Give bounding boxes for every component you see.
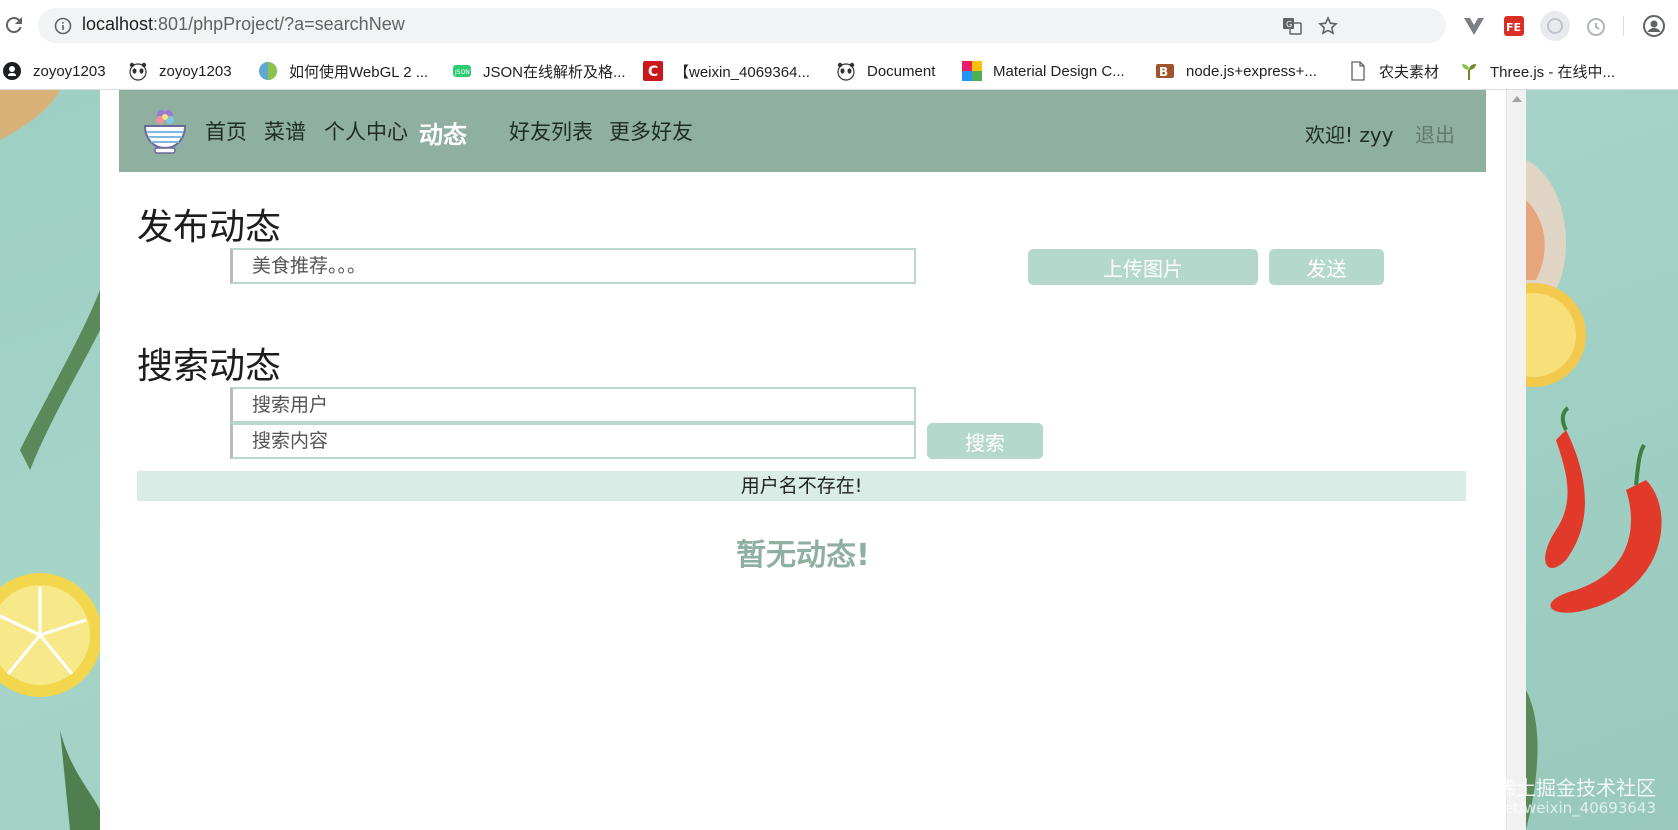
bookmark-label: node.js+express+... xyxy=(1186,62,1317,80)
bookmark-item[interactable]: B node.js+express+... xyxy=(1155,59,1317,83)
upload-image-button[interactable]: 上传图片 xyxy=(1028,249,1258,285)
reload-icon[interactable] xyxy=(2,13,26,37)
nav-more-friends[interactable]: 更多好友 xyxy=(609,116,693,146)
info-icon[interactable] xyxy=(54,17,72,35)
empty-feed-message: 暂无动态! xyxy=(736,538,870,573)
nav-profile[interactable]: 个人中心 xyxy=(324,116,408,146)
nav-feed[interactable]: 动态 xyxy=(419,115,467,150)
svg-text:FE: FE xyxy=(1506,21,1521,34)
bookmark-item[interactable]: 如何使用WebGL 2 ... xyxy=(258,59,428,83)
panda-icon xyxy=(837,62,855,81)
url-text: localhost:801/phpProject/?a=searchNew xyxy=(82,14,405,35)
top-navbar: 首页 菜谱 个人中心 动态 好友列表 更多好友 欢迎! zyy 退出 xyxy=(119,90,1486,172)
bookmark-item[interactable]: 农夫素材 xyxy=(1348,59,1439,83)
bookmarks-bar: zoyoy1203 zoyoy1203 如何使用WebGL 2 ... JSON… xyxy=(0,52,1678,90)
error-message: 用户名不存在! xyxy=(137,471,1466,501)
bookmark-item[interactable]: zoyoy1203 xyxy=(2,59,106,83)
search-button[interactable]: 搜索 xyxy=(927,423,1043,459)
bookmark-item[interactable]: Material Design C... xyxy=(962,59,1125,83)
webgl-icon xyxy=(259,62,277,80)
nav-friends-list[interactable]: 好友列表 xyxy=(509,116,593,146)
logout-link[interactable]: 退出 xyxy=(1415,119,1455,148)
search-user-input[interactable] xyxy=(230,387,916,423)
bookmark-label: Three.js - 在线中... xyxy=(1490,63,1616,81)
bookmark-label: zoyoy1203 xyxy=(159,62,232,80)
bookmark-label: Document xyxy=(867,62,936,80)
watermark: @稀土掘金技术社区 https://blog.csdn.net/weixin_4… xyxy=(1363,778,1656,818)
url-host: localhost xyxy=(82,14,154,34)
bookmark-label: Material Design C... xyxy=(993,62,1125,80)
url-path: :801/phpProject/?a=searchNew xyxy=(153,14,405,34)
svg-text:B: B xyxy=(1159,65,1168,79)
toolbar-divider xyxy=(1623,16,1624,36)
bookmark-label: JSON在线解析及格... xyxy=(483,63,626,81)
address-bar[interactable]: localhost:801/phpProject/?a=searchNew G xyxy=(38,8,1446,43)
browser-toolbar: localhost:801/phpProject/?a=searchNew G … xyxy=(0,0,1678,52)
welcome-text: 欢迎! zyy xyxy=(1305,123,1394,147)
bookmark-label: 农夫素材 xyxy=(1379,63,1440,81)
post-content-input[interactable] xyxy=(230,248,916,284)
send-button[interactable]: 发送 xyxy=(1269,249,1384,285)
watermark-line2: https://blog.csdn.net/weixin_40693643 xyxy=(1363,799,1656,817)
search-heading: 搜索动态 xyxy=(137,346,282,387)
page-content: 首页 菜谱 个人中心 动态 好友列表 更多好友 欢迎! zyy 退出 发布动态 … xyxy=(100,90,1506,830)
search-content-input[interactable] xyxy=(230,423,916,459)
bookmark-label: 如何使用WebGL 2 ... xyxy=(289,63,429,81)
scroll-up-arrow-icon[interactable] xyxy=(1512,96,1522,102)
svg-text:JSON: JSON xyxy=(454,69,470,76)
plant-icon xyxy=(1462,64,1476,80)
bookmark-label: zoyoy1203 xyxy=(33,62,106,80)
timer-extension-icon[interactable] xyxy=(1584,14,1608,38)
vertical-scrollbar[interactable] xyxy=(1506,90,1526,830)
page-icon xyxy=(1351,61,1365,81)
vue-devtools-icon[interactable] xyxy=(1462,14,1486,38)
svg-text:G: G xyxy=(1286,20,1292,29)
panda-icon xyxy=(129,62,147,81)
fe-helper-icon[interactable]: FE xyxy=(1502,14,1526,38)
background-illustration-left xyxy=(0,90,100,830)
nav-home[interactable]: 首页 xyxy=(205,116,247,146)
bookmark-label: 【weixin_4069364... xyxy=(674,63,810,81)
bookmark-item[interactable]: zoyoy1203 xyxy=(128,59,232,83)
translate-icon[interactable]: G xyxy=(1282,16,1302,36)
node-icon: B xyxy=(1156,64,1174,79)
publish-heading: 发布动态 xyxy=(137,207,282,248)
background-illustration-right xyxy=(1526,160,1662,830)
bowl-logo-icon[interactable] xyxy=(143,106,187,156)
json-icon: JSON xyxy=(453,65,471,77)
profile-icon[interactable] xyxy=(1642,14,1666,38)
bookmark-item[interactable]: Document xyxy=(836,59,935,83)
material-icon xyxy=(962,61,982,81)
watermark-line1: @稀土掘金技术社区 xyxy=(1476,776,1656,800)
bookmark-item[interactable]: JSON JSON在线解析及格... xyxy=(452,59,626,83)
star-icon[interactable] xyxy=(1318,16,1338,36)
svg-text:C: C xyxy=(648,64,658,80)
bookmark-item[interactable]: C 【weixin_4069364... xyxy=(643,59,810,83)
bookmark-item[interactable]: Three.js - 在线中... xyxy=(1459,59,1615,83)
csdn-icon: C xyxy=(643,61,663,81)
extension-icon[interactable] xyxy=(1540,11,1570,41)
github-icon xyxy=(3,62,21,80)
page-viewport: 首页 菜谱 个人中心 动态 好友列表 更多好友 欢迎! zyy 退出 发布动态 … xyxy=(0,90,1678,830)
nav-recipes[interactable]: 菜谱 xyxy=(264,116,306,146)
